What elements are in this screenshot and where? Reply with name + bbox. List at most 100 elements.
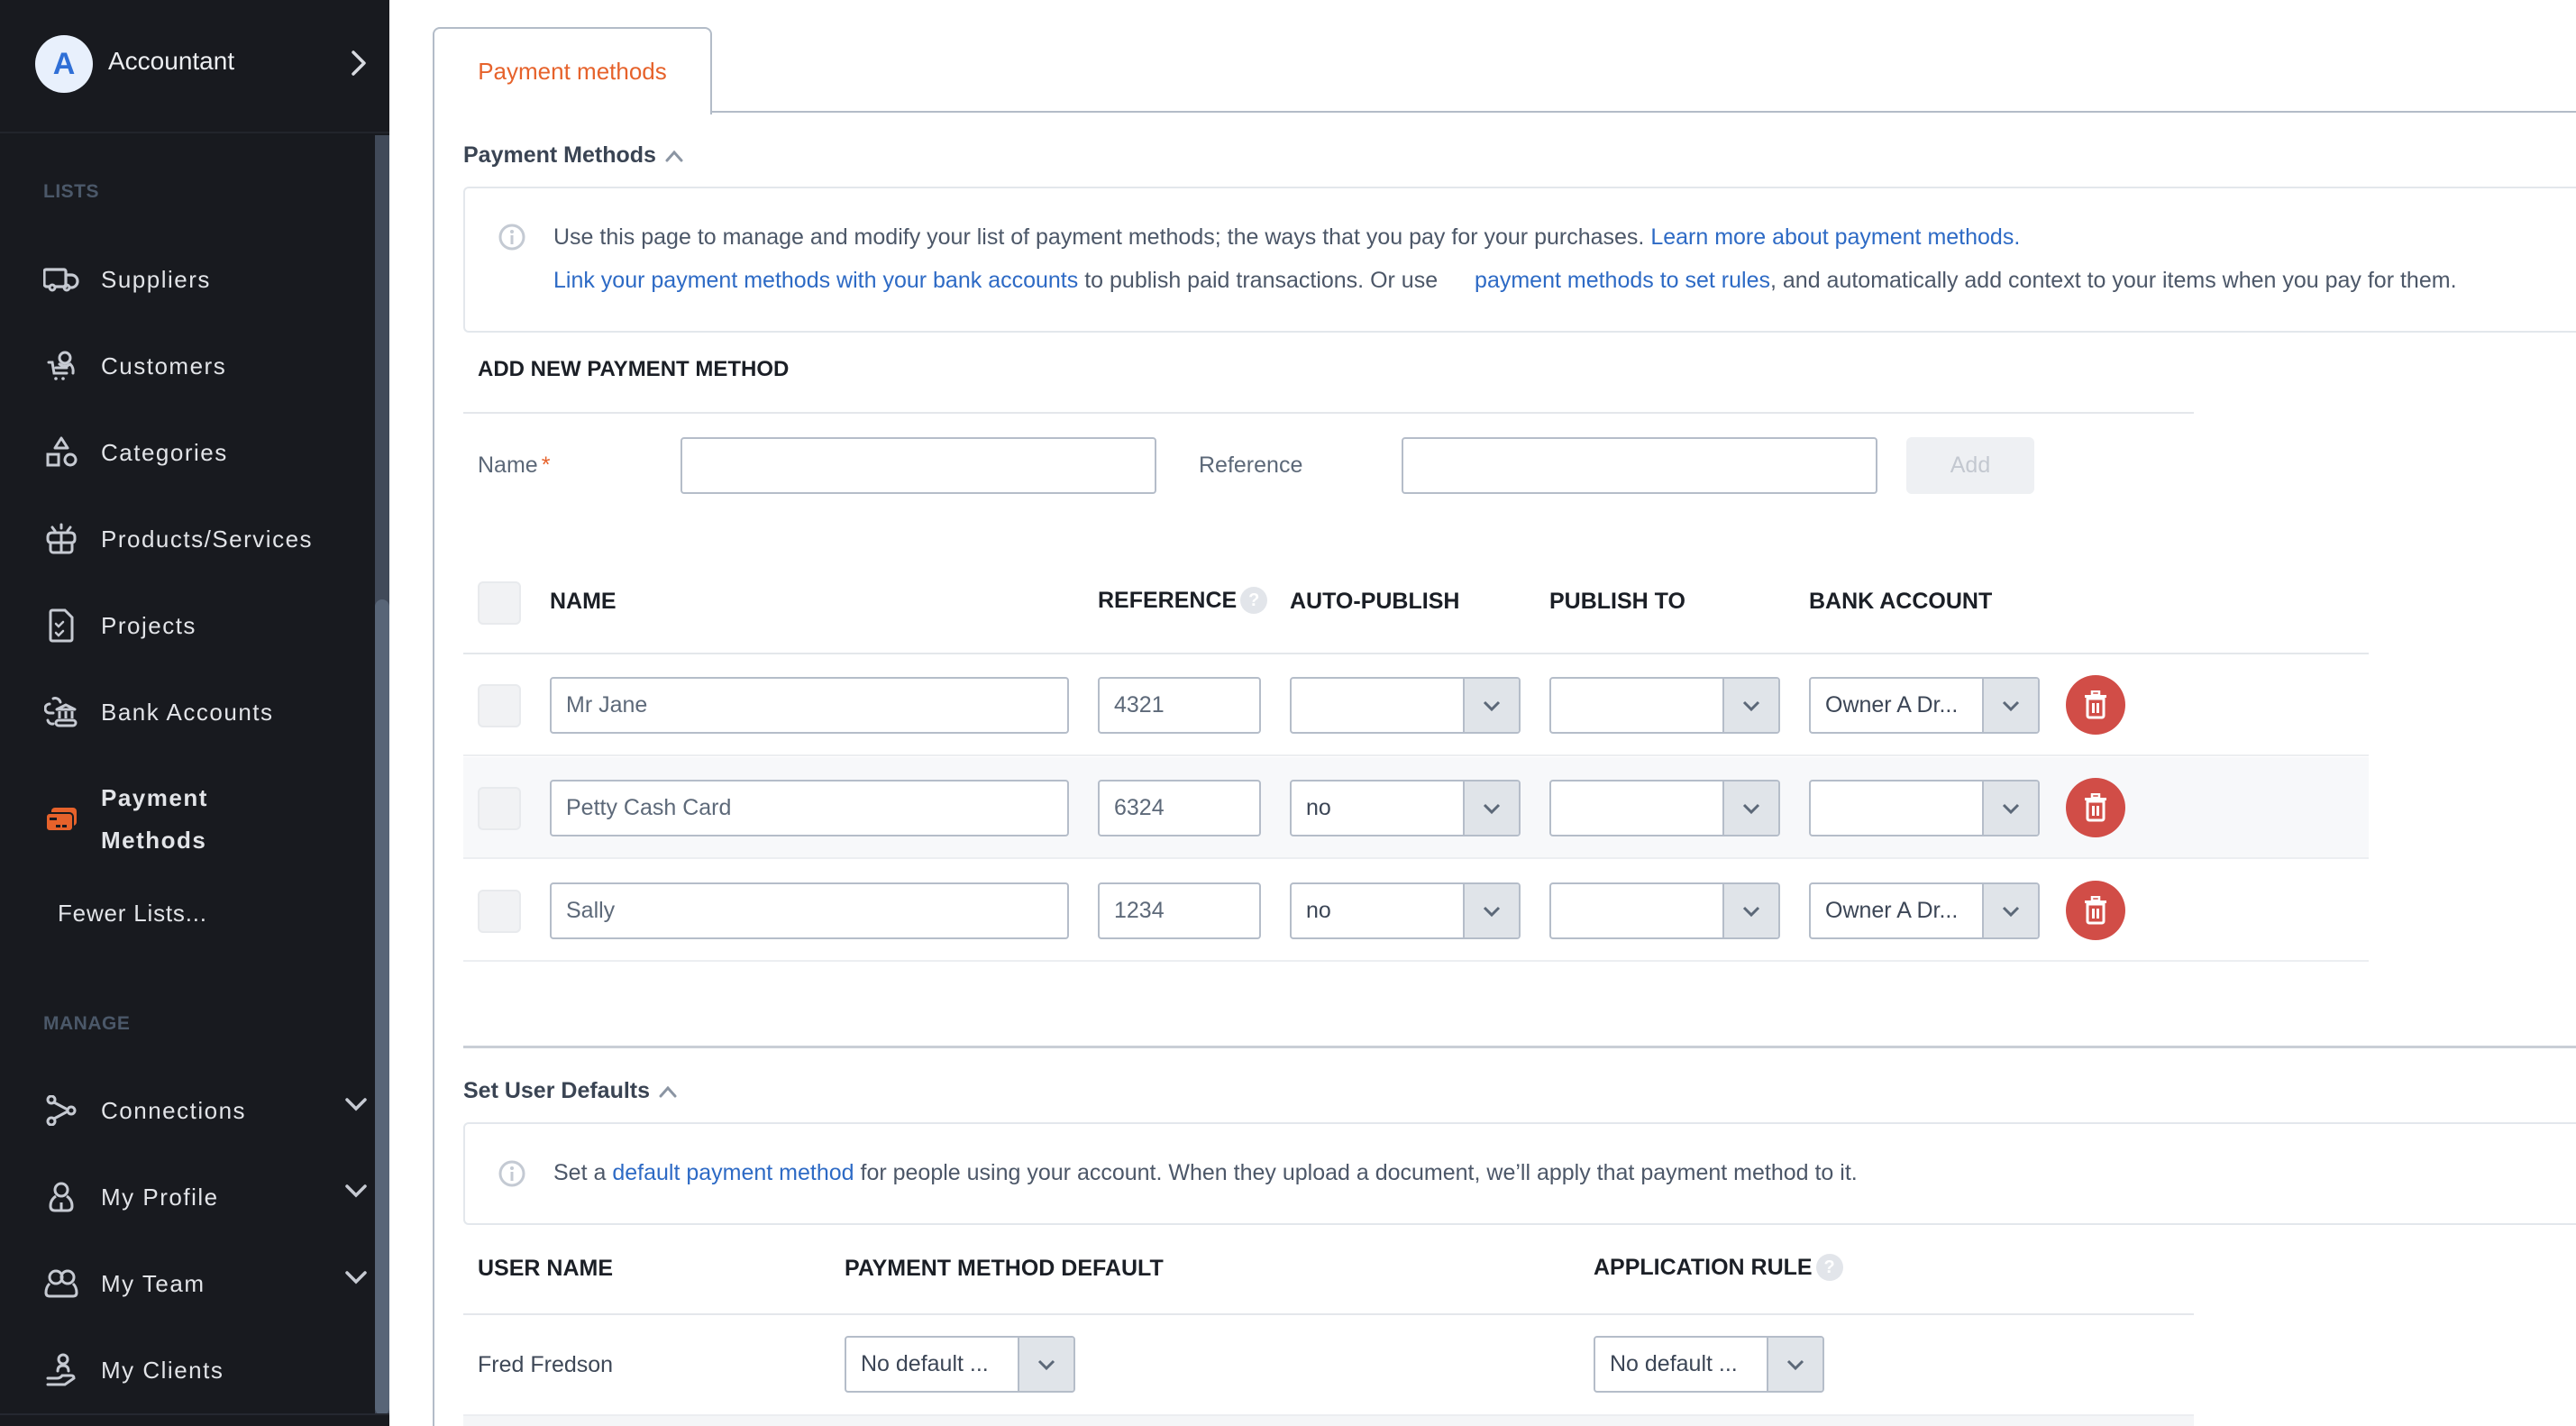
chevron-down-icon [1018, 1338, 1073, 1391]
link-bank-accounts-link[interactable]: Link your payment methods with your bank… [553, 268, 1078, 293]
delete-button[interactable] [2066, 881, 2125, 940]
truck-icon [43, 261, 79, 297]
sidebar-scrollbar-thumb[interactable] [375, 599, 389, 1415]
chevron-down-icon [1982, 782, 2038, 835]
row-checkbox[interactable] [478, 684, 521, 727]
tab-payment-methods[interactable]: Payment methods [433, 27, 712, 114]
chevron-down-icon [1982, 884, 2038, 937]
chevron-down-icon[interactable] [344, 1269, 368, 1290]
trash-icon [2083, 793, 2108, 822]
tab-bar-line [710, 111, 2576, 113]
column-header-user-name: USER NAME [478, 1256, 614, 1281]
bank-icon [43, 694, 79, 730]
publish-to-select[interactable] [1549, 882, 1780, 939]
column-header-publish-to: PUBLISH TO [1549, 589, 1685, 614]
delete-button[interactable] [2066, 778, 2125, 837]
sidebar-item-bank-accounts[interactable]: Bank Accounts [43, 685, 368, 739]
sidebar-item-label: Projects [101, 611, 196, 639]
client-hand-icon [43, 1352, 79, 1388]
section-title: Set User Defaults [463, 1078, 651, 1103]
payment-method-default-select[interactable]: No default ... [845, 1336, 1075, 1393]
avatar: A [35, 35, 93, 93]
bank-account-select[interactable]: Owner A Dr... [1809, 882, 2040, 939]
bank-account-select[interactable]: Owner A Dr... [1809, 677, 2040, 734]
name-label: Name * [478, 452, 551, 478]
user-defaults-info-box: Set a default payment method for people … [463, 1122, 2576, 1225]
sidebar-item-products-services[interactable]: Products/Services [43, 512, 368, 566]
sidebar-item-categories[interactable]: Categories [43, 425, 368, 480]
publish-to-select[interactable] [1549, 677, 1780, 734]
column-header-auto-publish: AUTO-PUBLISH [1290, 589, 1460, 614]
sidebar-item-connections[interactable]: Connections [43, 1083, 368, 1138]
sidebar-item-label: My Profile [101, 1183, 219, 1211]
row-name-input[interactable] [550, 780, 1069, 836]
select-all-checkbox[interactable] [478, 581, 521, 625]
account-name: Accountant [108, 47, 235, 75]
shapes-icon [43, 434, 79, 471]
chevron-down-icon [1767, 1338, 1822, 1391]
account-switcher[interactable]: A Accountant [0, 0, 389, 133]
row-reference-input[interactable] [1098, 882, 1261, 939]
sidebar-item-label: Bank Accounts [101, 698, 274, 726]
user-icon [43, 1179, 79, 1215]
sidebar-item-projects[interactable]: Projects [43, 599, 368, 653]
row-reference-input[interactable] [1098, 780, 1261, 836]
column-header-name: NAME [550, 589, 617, 614]
sidebar-item-my-profile[interactable]: My Profile [43, 1170, 368, 1224]
help-icon[interactable]: ? [1815, 1254, 1843, 1281]
column-header-application-rule: APPLICATION RULE? [1594, 1254, 1843, 1281]
user-table-header-divider [463, 1313, 2194, 1315]
info-icon [498, 224, 525, 251]
row-checkbox[interactable] [478, 890, 521, 933]
delete-button[interactable] [2066, 675, 2125, 735]
sidebar-item-label: Products/Services [101, 525, 314, 553]
publish-to-select[interactable] [1549, 780, 1780, 836]
sidebar-item-label: Customers [101, 352, 227, 379]
chevron-down-icon[interactable] [344, 1096, 368, 1117]
add-button[interactable]: Add [1906, 437, 2034, 494]
chevron-up-icon [659, 1085, 677, 1097]
section-label-manage: MANAGE [43, 1013, 131, 1034]
new-name-input[interactable] [681, 437, 1156, 494]
auto-publish-select[interactable]: no [1290, 780, 1521, 836]
trash-icon [2083, 690, 2108, 719]
chevron-down-icon[interactable] [344, 1183, 368, 1203]
main-content: Payment methods Payment Methods Use this… [389, 0, 2576, 1426]
info-line-2: Link your payment methods with your bank… [553, 268, 2457, 293]
sidebar-item-my-clients[interactable]: My Clients [43, 1343, 368, 1397]
auto-publish-select[interactable] [1290, 677, 1521, 734]
default-payment-method-link[interactable]: default payment method [612, 1160, 854, 1185]
sidebar-item-label: Suppliers [101, 265, 211, 293]
payment-methods-info-box: Use this page to manage and modify your … [463, 187, 2576, 333]
row-name-input[interactable] [550, 677, 1069, 734]
sidebar-item-suppliers[interactable]: Suppliers [43, 252, 368, 306]
clipboard-check-icon [43, 608, 79, 644]
chevron-down-icon [1722, 884, 1778, 937]
section-toggle-user-defaults[interactable]: Set User Defaults [463, 1078, 679, 1104]
section-title: Payment Methods [463, 142, 656, 168]
chevron-down-icon [1463, 782, 1519, 835]
chevron-right-icon[interactable] [344, 47, 373, 79]
new-reference-input[interactable] [1402, 437, 1877, 494]
help-icon[interactable]: ? [1240, 587, 1268, 614]
customer-cart-icon [43, 348, 79, 384]
auto-publish-select[interactable]: no [1290, 882, 1521, 939]
chevron-down-icon [1722, 679, 1778, 732]
set-rules-link[interactable]: payment methods to set rules [1475, 268, 1770, 293]
row-name-input[interactable] [550, 882, 1069, 939]
application-rule-select[interactable]: No default ... [1594, 1336, 1824, 1393]
sidebar-item-label: Categories [101, 438, 228, 466]
sidebar-item-label: My Clients [101, 1356, 224, 1384]
column-header-reference: REFERENCE? [1098, 587, 1268, 614]
fewer-lists-link[interactable]: Fewer Lists... [58, 900, 207, 928]
row-checkbox[interactable] [478, 787, 521, 830]
bank-account-select[interactable] [1809, 780, 2040, 836]
learn-more-link[interactable]: Learn more about payment methods. [1650, 224, 2020, 250]
section-toggle-payment-methods[interactable]: Payment Methods [463, 142, 685, 169]
chevron-up-icon [665, 150, 683, 161]
sidebar-item-my-team[interactable]: My Team [43, 1257, 368, 1311]
tab-panel-border [433, 54, 434, 1426]
sidebar-item-customers[interactable]: Customers [43, 339, 368, 393]
sidebar-item-payment-methods[interactable]: Payment Methods [43, 775, 368, 864]
row-reference-input[interactable] [1098, 677, 1261, 734]
